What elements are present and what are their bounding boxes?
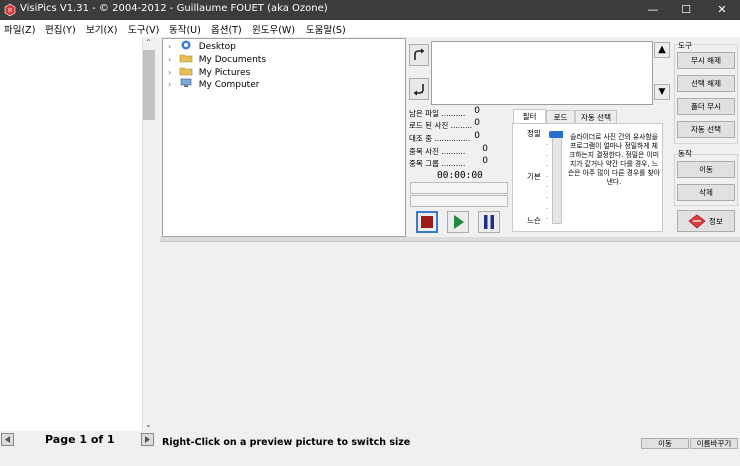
pause-button[interactable] bbox=[478, 211, 500, 233]
menu-file[interactable]: 파일(Z) bbox=[4, 22, 35, 36]
menu-view[interactable]: 보기(X) bbox=[86, 22, 117, 36]
zoom-in-button[interactable]: ▲ bbox=[654, 42, 670, 58]
stat-label: 로드 된 사진 ......... bbox=[409, 121, 473, 130]
tree-item-desktop[interactable]: › Desktop bbox=[168, 40, 236, 52]
progress-bar bbox=[410, 182, 508, 194]
scrollbar-thumb[interactable] bbox=[143, 50, 155, 120]
pause-icon bbox=[484, 215, 494, 229]
threshold-slider-thumb[interactable] bbox=[549, 131, 563, 138]
maximize-button[interactable]: ☐ bbox=[666, 0, 706, 20]
tools-group-label: 도구 bbox=[678, 41, 692, 50]
tree-item-label: Desktop bbox=[198, 42, 236, 52]
app-icon bbox=[4, 3, 16, 17]
unignore-button[interactable]: 무시 해제 bbox=[677, 52, 735, 69]
desktop-icon bbox=[181, 40, 191, 50]
stat-value: 0 bbox=[482, 144, 488, 154]
tab-auto-select[interactable]: 자동 선택 bbox=[575, 110, 617, 124]
folder-icon bbox=[179, 67, 193, 76]
tab-load[interactable]: 로드 bbox=[546, 110, 575, 124]
page-indicator: Page 1 of 1 bbox=[45, 433, 115, 446]
deselect-button[interactable]: 선택 해제 bbox=[677, 75, 735, 92]
move-button[interactable]: 이동 bbox=[677, 161, 735, 178]
menu-edit[interactable]: 편집(Y) bbox=[45, 22, 76, 36]
menu-window[interactable]: 윈도우(W) bbox=[252, 22, 295, 36]
stat-value: 0 bbox=[482, 156, 488, 166]
status-rename-button[interactable]: 이름바꾸기 bbox=[690, 438, 738, 449]
stop-icon bbox=[421, 216, 433, 228]
thumbnail-panel[interactable] bbox=[0, 37, 156, 431]
tree-item-documents[interactable]: › My Documents bbox=[168, 53, 266, 65]
info-logo-icon bbox=[688, 214, 706, 229]
zoom-in-icon: ▲ bbox=[658, 44, 666, 55]
status-move-button[interactable]: 이동 bbox=[641, 438, 689, 449]
zoom-out-icon: ▼ bbox=[658, 87, 666, 97]
ignore-folder-button[interactable]: 폴더 무시 bbox=[677, 98, 735, 115]
filter-help-text: 슬라이더로 사진 간의 유사함을 프로그램이 얼마나 정밀하게 체크하는지 결정… bbox=[567, 133, 661, 186]
rotate-right-button[interactable] bbox=[409, 44, 429, 66]
zoom-out-button[interactable]: ▼ bbox=[654, 84, 670, 100]
stat-label: 대조 중 ............... bbox=[409, 134, 471, 143]
stat-label: 중복 사진 .......... bbox=[409, 147, 466, 156]
rotate-left-icon bbox=[413, 84, 424, 96]
actions-group-label: 동작 bbox=[678, 149, 692, 158]
tree-item-label: My Pictures bbox=[198, 68, 251, 78]
close-button[interactable]: ✕ bbox=[702, 0, 740, 20]
play-icon bbox=[454, 215, 464, 229]
preview-box bbox=[431, 41, 653, 105]
rotate-right-icon bbox=[414, 48, 425, 60]
elapsed-timer: 00:00:00 bbox=[437, 170, 483, 181]
window-bottom-edge bbox=[0, 449, 740, 466]
tree-item-pictures[interactable]: › My Pictures bbox=[168, 66, 250, 78]
expand-icon[interactable]: › bbox=[168, 80, 176, 89]
rotate-left-button[interactable] bbox=[409, 78, 429, 100]
slider-label-loose: 느슨 bbox=[527, 216, 541, 225]
slider-label-strict: 정밀 bbox=[527, 129, 541, 138]
stat-value: 0 bbox=[474, 106, 480, 116]
stop-button[interactable] bbox=[416, 211, 438, 233]
expand-icon[interactable]: › bbox=[168, 55, 176, 64]
threshold-slider-track[interactable] bbox=[552, 131, 562, 224]
computer-icon bbox=[180, 78, 192, 87]
scroll-down-icon[interactable]: ⌄ bbox=[145, 420, 152, 429]
expand-icon[interactable]: › bbox=[168, 68, 176, 77]
progress-bar-secondary bbox=[410, 195, 508, 207]
folder-icon bbox=[179, 54, 193, 63]
prev-page-icon[interactable] bbox=[1, 433, 14, 446]
play-button[interactable] bbox=[447, 211, 469, 233]
auto-select-button[interactable]: 자동 선택 bbox=[677, 121, 735, 138]
expand-icon[interactable]: › bbox=[168, 42, 176, 51]
tab-filter[interactable]: 필터 bbox=[513, 109, 546, 124]
menu-action[interactable]: 동작(U) bbox=[169, 22, 201, 36]
tree-item-label: My Computer bbox=[198, 80, 260, 90]
menu-bar: 파일(Z) 편집(Y) 보기(X) 도구(V) 동작(U) 옵션(T) 윈도우(… bbox=[0, 20, 740, 37]
stat-value: 0 bbox=[474, 118, 480, 128]
status-message: Right-Click on a preview picture to swit… bbox=[162, 437, 411, 448]
info-button[interactable]: 정보 bbox=[677, 210, 735, 232]
duplicates-results-area[interactable] bbox=[160, 241, 740, 434]
slider-label-default: 기본 bbox=[527, 172, 541, 181]
tree-item-computer[interactable]: › My Computer bbox=[168, 78, 259, 90]
tree-item-label: My Documents bbox=[198, 55, 267, 65]
menu-options[interactable]: 옵션(T) bbox=[211, 22, 242, 36]
stat-label: 중복 그룹 .......... bbox=[409, 159, 466, 168]
next-page-icon[interactable] bbox=[141, 433, 154, 446]
stat-label: 남은 파일 .......... bbox=[409, 109, 466, 118]
title-bar: VisiPics V1.31 - © 2004-2012 - Guillaume… bbox=[0, 0, 740, 20]
info-button-label: 정보 bbox=[709, 217, 723, 226]
slider-ticks: -------- bbox=[546, 141, 549, 223]
menu-help[interactable]: 도움말(S) bbox=[306, 22, 346, 36]
delete-button[interactable]: 삭제 bbox=[677, 184, 735, 201]
stat-value: 0 bbox=[474, 131, 480, 141]
menu-tools[interactable]: 도구(V) bbox=[128, 22, 159, 36]
scroll-up-icon[interactable]: ⌃ bbox=[145, 38, 152, 47]
window-title: VisiPics V1.31 - © 2004-2012 - Guillaume… bbox=[20, 3, 328, 14]
